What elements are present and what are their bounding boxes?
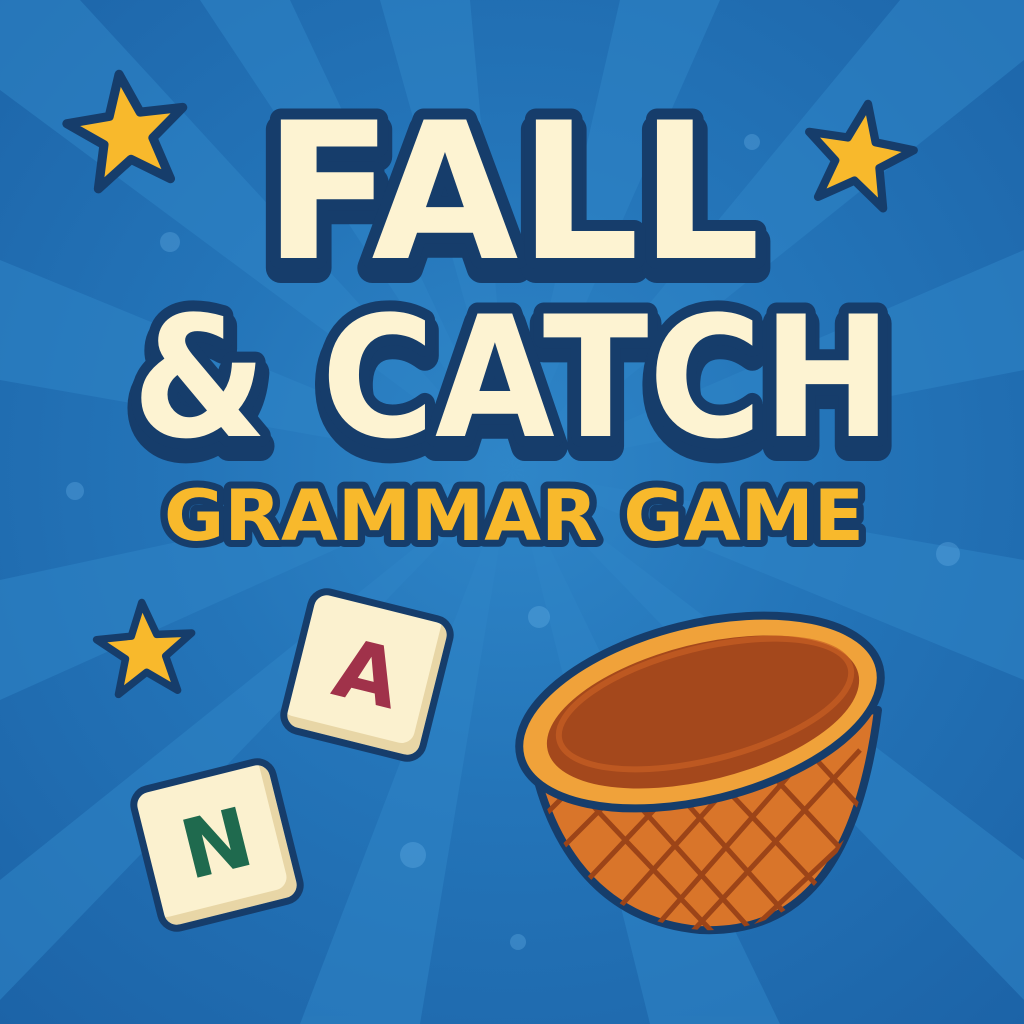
- star-icon: [62, 69, 188, 194]
- title-line-2: & CATCH: [132, 280, 892, 476]
- star-icon: [805, 99, 918, 213]
- title-line-1: FALL: [263, 82, 760, 303]
- tile-letter: N: [172, 790, 262, 899]
- star-icon: [92, 598, 196, 699]
- tile-letter: A: [324, 620, 410, 729]
- subtitle: GRAMMAR GAME: [164, 475, 864, 557]
- game-title-screen: FALL FALL & CATCH & CATCH GRAMMAR GAME A…: [0, 0, 1024, 1024]
- basket-icon: [515, 611, 885, 935]
